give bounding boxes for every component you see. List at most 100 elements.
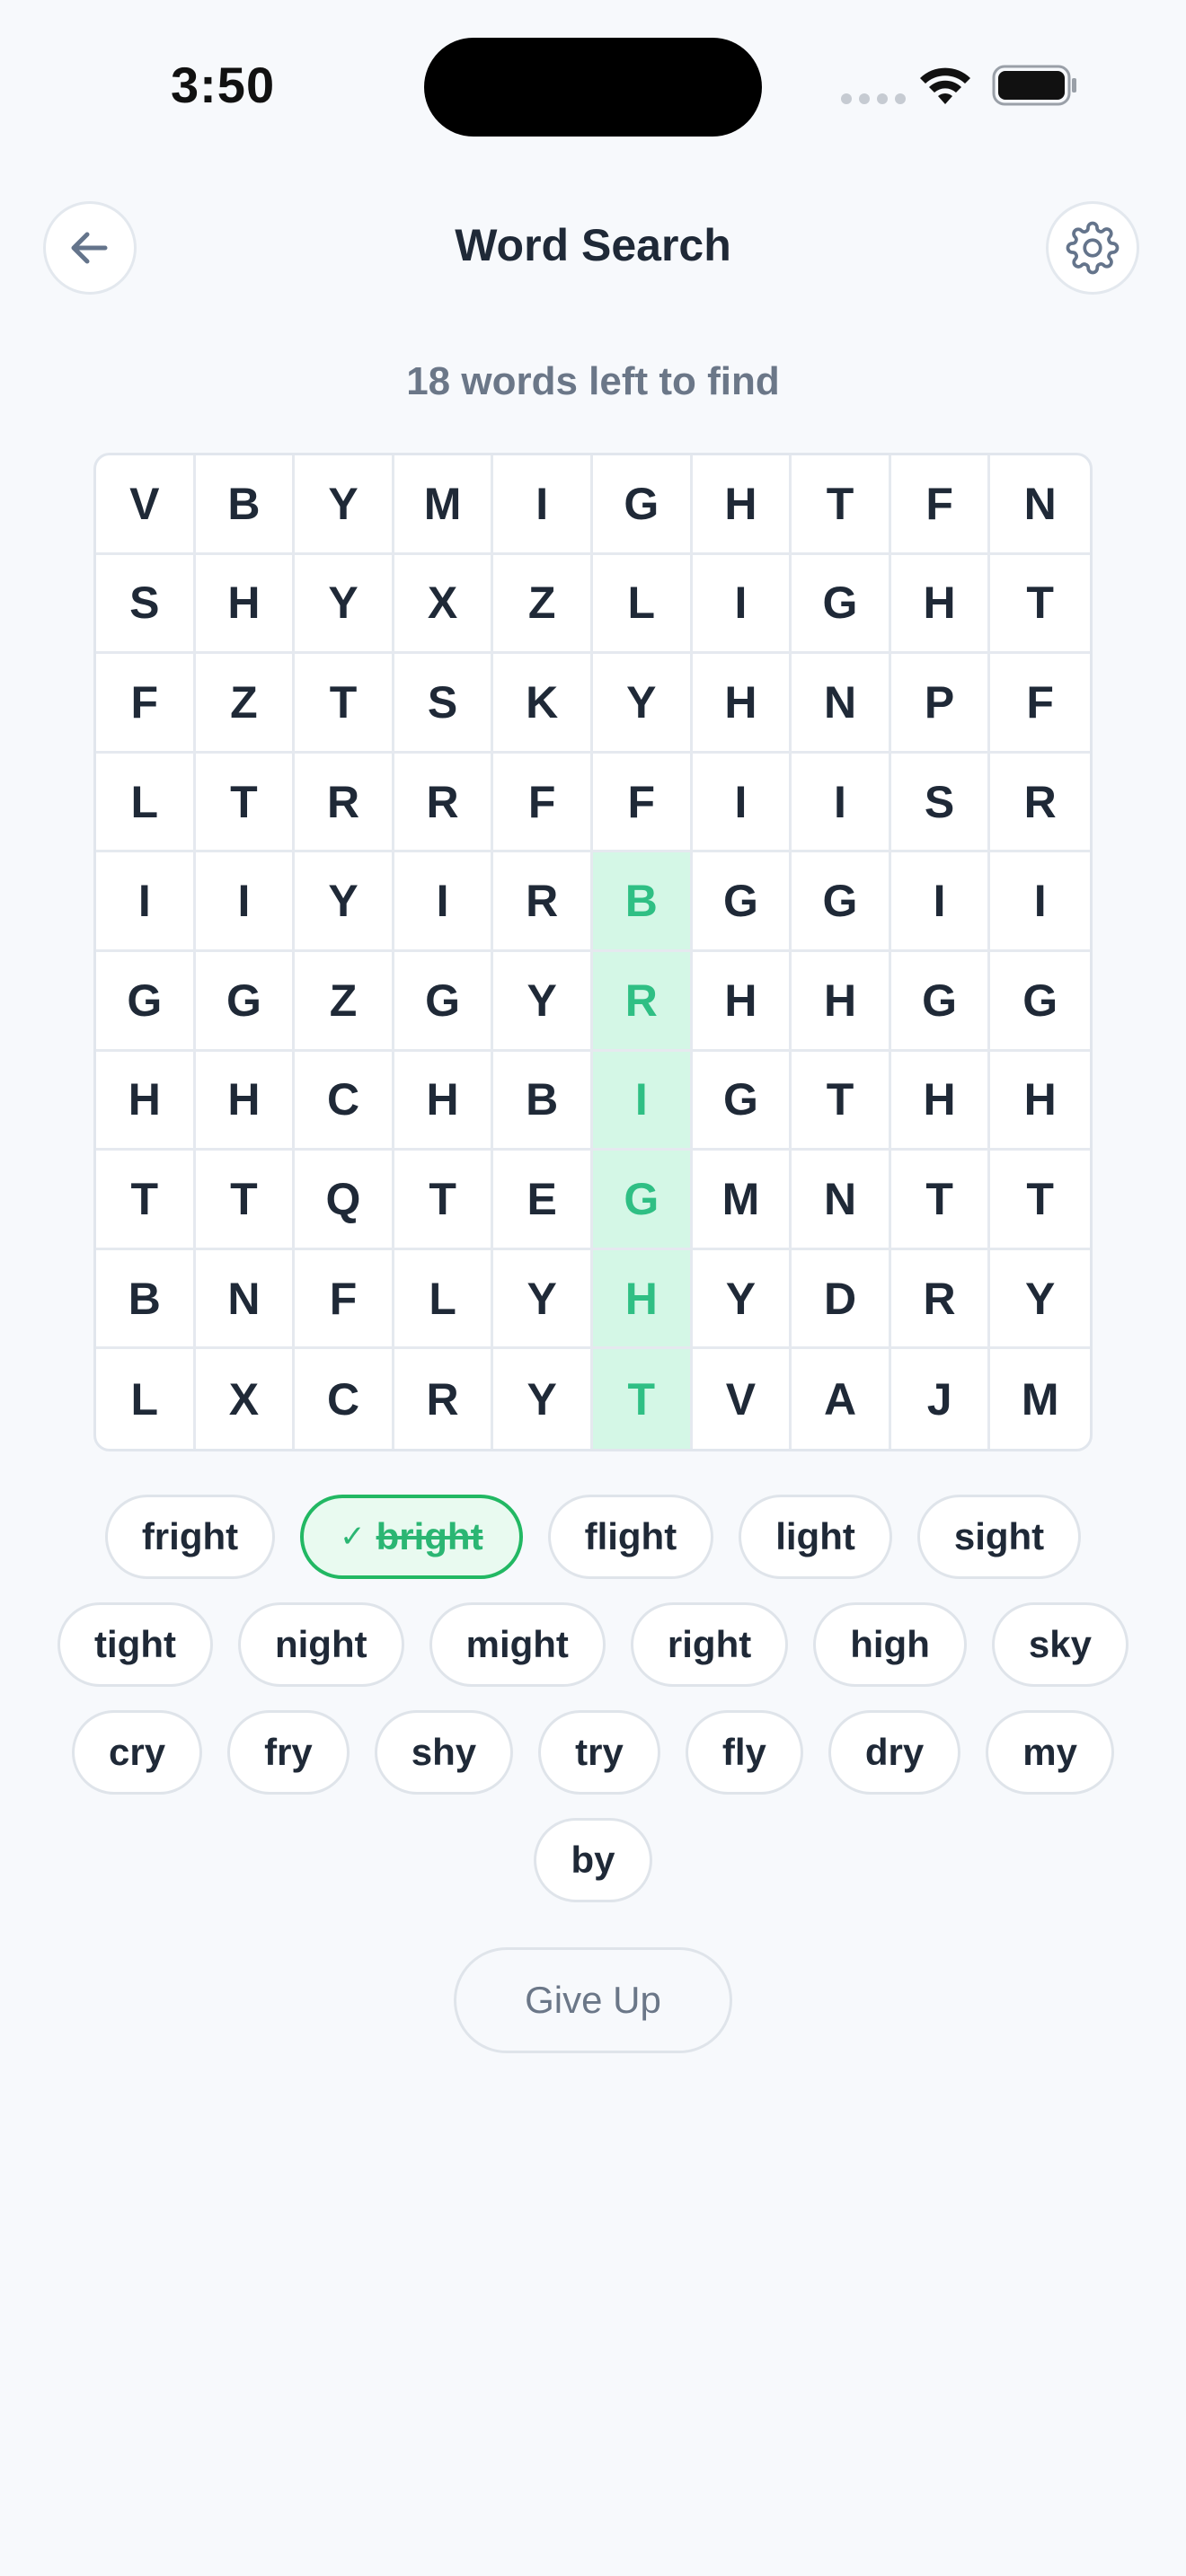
grid-cell[interactable]: A bbox=[792, 1349, 891, 1449]
grid-cell[interactable]: I bbox=[792, 753, 891, 853]
grid-cell[interactable]: I bbox=[592, 1051, 693, 1151]
grid-cell[interactable]: S bbox=[96, 554, 196, 655]
grid-cell[interactable]: G bbox=[592, 1151, 693, 1250]
grid-cell[interactable]: X bbox=[394, 554, 494, 655]
grid-cell[interactable]: G bbox=[394, 951, 494, 1052]
grid-cell[interactable]: N bbox=[195, 1249, 296, 1350]
grid-cell[interactable]: C bbox=[295, 1349, 394, 1449]
grid-cell[interactable]: F bbox=[890, 455, 991, 555]
grid-cell[interactable]: Z bbox=[493, 554, 593, 655]
grid-cell[interactable]: F bbox=[493, 753, 593, 853]
grid-cell[interactable]: I bbox=[692, 753, 792, 853]
grid-cell[interactable]: D bbox=[792, 1249, 891, 1350]
grid-cell[interactable]: K bbox=[493, 654, 593, 754]
grid-cell[interactable]: R bbox=[990, 754, 1090, 853]
grid-cell[interactable]: L bbox=[96, 1349, 196, 1449]
grid-cell[interactable]: T bbox=[990, 1151, 1090, 1250]
grid-cell[interactable]: R bbox=[295, 753, 394, 853]
grid-cell[interactable]: T bbox=[890, 1151, 991, 1250]
grid-cell[interactable]: I bbox=[990, 852, 1090, 952]
grid-cell[interactable]: T bbox=[792, 455, 891, 555]
grid-cell[interactable]: M bbox=[394, 455, 494, 555]
grid-cell[interactable]: J bbox=[891, 1349, 991, 1449]
grid-cell[interactable]: G bbox=[96, 951, 196, 1052]
grid-cell[interactable]: Y bbox=[295, 852, 394, 952]
grid-cell[interactable]: F bbox=[990, 654, 1090, 754]
grid-cell[interactable]: M bbox=[692, 1151, 792, 1250]
grid-cell[interactable]: S bbox=[890, 753, 991, 853]
grid-cell[interactable]: I bbox=[493, 455, 593, 555]
grid-cell[interactable]: H bbox=[792, 951, 891, 1052]
grid-cell[interactable]: B bbox=[592, 852, 693, 952]
grid-cell[interactable]: H bbox=[990, 1052, 1090, 1151]
grid-cell[interactable]: I bbox=[692, 554, 792, 655]
grid-cell[interactable]: H bbox=[195, 1051, 296, 1151]
grid-cell[interactable]: H bbox=[96, 1051, 196, 1151]
grid-cell[interactable]: G bbox=[692, 852, 792, 952]
grid-cell[interactable]: E bbox=[493, 1151, 593, 1250]
grid-cell[interactable]: Q bbox=[295, 1151, 394, 1250]
grid-cell[interactable]: G bbox=[792, 554, 891, 655]
grid-cell[interactable]: G bbox=[792, 852, 891, 952]
letter-grid[interactable]: VBYMIGHTFNSHYXZLIGHTFZTSKYHNPFLTRRFFIISR… bbox=[93, 453, 1093, 1451]
grid-cell[interactable]: P bbox=[890, 654, 991, 754]
grid-cell[interactable]: B bbox=[195, 455, 296, 555]
grid-cell[interactable]: M bbox=[990, 1349, 1090, 1449]
grid-cell[interactable]: F bbox=[295, 1249, 394, 1350]
grid-cell[interactable]: F bbox=[592, 753, 693, 853]
grid-cell[interactable]: T bbox=[195, 753, 296, 853]
grid-cell[interactable]: Y bbox=[592, 654, 693, 754]
give-up-button[interactable]: Give Up bbox=[454, 1947, 732, 2053]
grid-cell[interactable]: R bbox=[394, 1349, 494, 1449]
grid-cell[interactable]: I bbox=[96, 852, 196, 952]
grid-cell[interactable]: Y bbox=[692, 1249, 792, 1350]
grid-cell[interactable]: Z bbox=[195, 654, 296, 754]
grid-cell[interactable]: H bbox=[890, 554, 991, 655]
grid-cell[interactable]: H bbox=[692, 951, 792, 1052]
grid-cell[interactable]: L bbox=[96, 753, 196, 853]
grid-cell[interactable]: T bbox=[990, 555, 1090, 655]
grid-cell[interactable]: F bbox=[96, 654, 196, 754]
grid-cell[interactable]: I bbox=[890, 852, 991, 952]
grid-cell[interactable]: Y bbox=[493, 1349, 593, 1449]
grid-cell[interactable]: H bbox=[394, 1051, 494, 1151]
grid-cell[interactable]: T bbox=[96, 1151, 196, 1250]
grid-cell[interactable]: N bbox=[792, 1151, 891, 1250]
grid-cell[interactable]: T bbox=[394, 1151, 494, 1250]
grid-cell[interactable]: L bbox=[592, 554, 693, 655]
grid-cell[interactable]: G bbox=[890, 951, 991, 1052]
grid-cell[interactable]: H bbox=[692, 654, 792, 754]
grid-cell[interactable]: C bbox=[295, 1051, 394, 1151]
grid-cell[interactable]: B bbox=[493, 1051, 593, 1151]
settings-button[interactable] bbox=[1046, 201, 1139, 295]
grid-cell[interactable]: I bbox=[195, 852, 296, 952]
grid-cell[interactable]: V bbox=[96, 455, 196, 555]
grid-cell[interactable]: N bbox=[792, 654, 891, 754]
grid-cell[interactable]: B bbox=[96, 1249, 196, 1350]
grid-cell[interactable]: I bbox=[394, 852, 494, 952]
grid-cell[interactable]: X bbox=[196, 1349, 296, 1449]
grid-cell[interactable]: G bbox=[195, 951, 296, 1052]
grid-cell[interactable]: R bbox=[890, 1249, 991, 1350]
grid-cell[interactable]: R bbox=[394, 753, 494, 853]
grid-cell[interactable]: T bbox=[295, 654, 394, 754]
grid-cell[interactable]: Y bbox=[990, 1250, 1090, 1350]
grid-cell[interactable]: Y bbox=[295, 554, 394, 655]
grid-cell[interactable]: Z bbox=[295, 951, 394, 1052]
grid-cell[interactable]: T bbox=[592, 1349, 693, 1449]
grid-cell[interactable]: G bbox=[592, 455, 693, 555]
grid-cell[interactable]: Y bbox=[295, 455, 394, 555]
grid-cell[interactable]: S bbox=[394, 654, 494, 754]
grid-cell[interactable]: H bbox=[890, 1051, 991, 1151]
grid-cell[interactable]: R bbox=[493, 852, 593, 952]
grid-cell[interactable]: N bbox=[990, 455, 1090, 555]
grid-cell[interactable]: H bbox=[592, 1249, 693, 1350]
grid-cell[interactable]: L bbox=[394, 1249, 494, 1350]
grid-cell[interactable]: T bbox=[792, 1051, 891, 1151]
grid-cell[interactable]: Y bbox=[493, 1249, 593, 1350]
grid-cell[interactable]: Y bbox=[493, 951, 593, 1052]
grid-cell[interactable]: G bbox=[692, 1051, 792, 1151]
grid-cell[interactable]: V bbox=[693, 1349, 792, 1449]
grid-cell[interactable]: R bbox=[592, 951, 693, 1052]
grid-cell[interactable]: T bbox=[195, 1151, 296, 1250]
